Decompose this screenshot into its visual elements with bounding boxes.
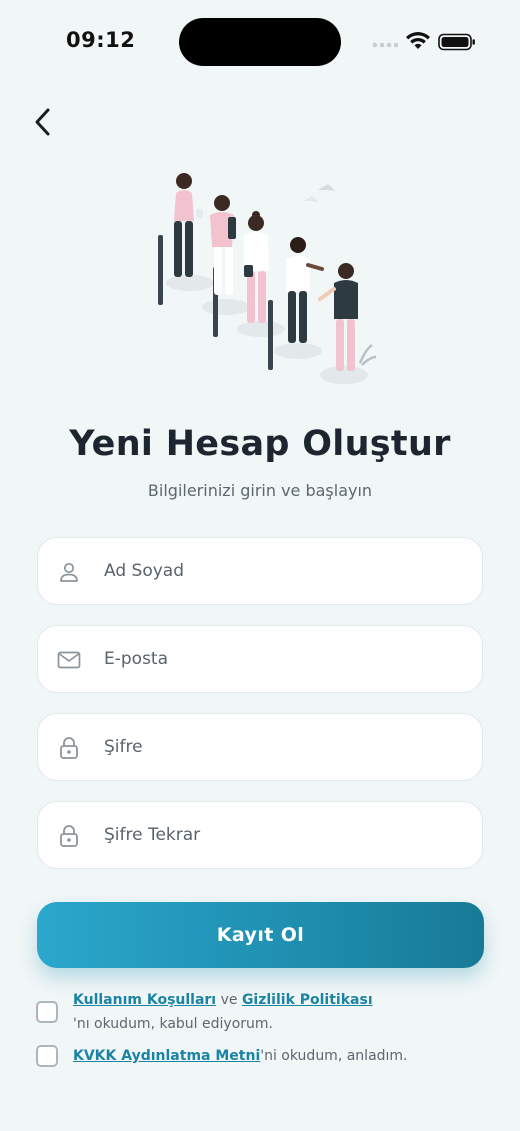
terms-checkbox[interactable]	[36, 1001, 58, 1023]
page-subtitle: Bilgilerinizi girin ve başlayın	[147, 481, 373, 500]
wifi-icon	[406, 32, 430, 49]
password-confirm-field[interactable]	[37, 801, 483, 869]
email-input[interactable]	[104, 626, 464, 692]
kvkk-suffix: 'ni okudum, anladım.	[260, 1048, 408, 1064]
people-queue-illustration	[158, 173, 377, 384]
terms-consent-text: Kullanım Koşulları ve Gizlilik Politikas…	[73, 990, 473, 1034]
full-name-input[interactable]	[104, 538, 464, 604]
terms-of-use-link[interactable]: Kullanım Koşulları	[73, 992, 216, 1008]
cellular-signal-icon	[372, 42, 398, 48]
lock-icon	[57, 736, 81, 760]
mail-icon	[57, 648, 81, 672]
page-title: Yeni Hesap Oluştur	[69, 424, 451, 464]
privacy-policy-link[interactable]: Gizlilik Politikası	[242, 992, 373, 1008]
user-icon	[57, 560, 81, 584]
password-field[interactable]	[37, 713, 483, 781]
terms-connector: ve	[216, 992, 242, 1008]
full-name-field[interactable]	[37, 537, 483, 605]
terms-suffix: 'nı okudum, kabul ediyorum.	[73, 1016, 273, 1032]
kvkk-notice-link[interactable]: KVKK Aydınlatma Metni	[73, 1048, 260, 1064]
chevron-left-icon	[35, 108, 50, 136]
battery-icon	[438, 33, 475, 51]
status-bar: 09:12	[0, 0, 520, 90]
dynamic-island	[179, 18, 341, 66]
email-field[interactable]	[37, 625, 483, 693]
kvkk-consent-text: KVKK Aydınlatma Metni'ni okudum, anladım…	[73, 1046, 493, 1066]
lock-icon	[57, 824, 81, 848]
password-input[interactable]	[104, 714, 464, 780]
kvkk-checkbox[interactable]	[36, 1045, 58, 1067]
status-time: 09:12	[66, 28, 136, 52]
password-confirm-input[interactable]	[104, 802, 464, 868]
register-button[interactable]: Kayıt Ol	[37, 902, 484, 968]
back-button[interactable]	[24, 103, 62, 141]
